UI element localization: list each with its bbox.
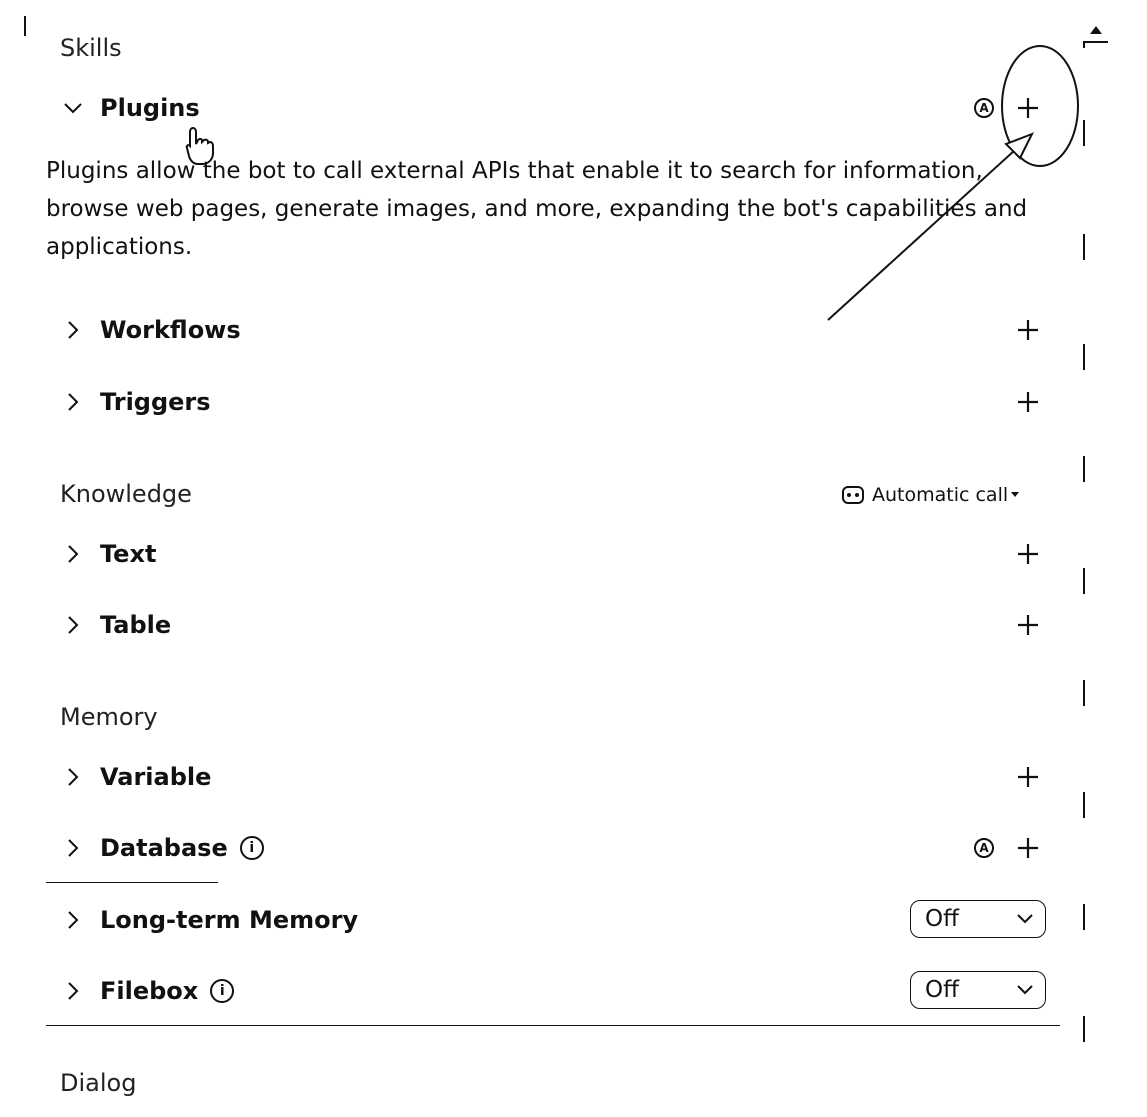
divider bbox=[46, 1025, 1060, 1026]
divider bbox=[46, 882, 218, 883]
scroll-track-mark bbox=[1083, 792, 1085, 818]
scroll-track-mark bbox=[1083, 1016, 1085, 1042]
chevron-right-icon[interactable] bbox=[56, 898, 90, 942]
scroll-track-mark bbox=[1083, 456, 1085, 482]
memory-variable-row[interactable]: Variable bbox=[56, 755, 1046, 799]
database-label: Database i bbox=[100, 826, 264, 870]
workflows-row[interactable]: Workflows bbox=[56, 308, 1046, 352]
edge-mark bbox=[24, 16, 26, 36]
filebox-label-text: Filebox bbox=[100, 977, 199, 1005]
annotation-overlay bbox=[827, 45, 1079, 321]
chevron-right-icon[interactable] bbox=[56, 755, 90, 799]
add-variable-button[interactable] bbox=[1010, 759, 1046, 795]
long-term-memory-label: Long-term Memory bbox=[100, 906, 359, 934]
caret-down-icon bbox=[1011, 492, 1020, 497]
add-trigger-button[interactable] bbox=[1010, 384, 1046, 420]
triggers-label: Triggers bbox=[100, 388, 211, 416]
scroll-track-mark bbox=[1083, 680, 1085, 706]
memory-long-term-row[interactable]: Long-term Memory Off bbox=[56, 898, 1046, 942]
chevron-right-icon[interactable] bbox=[56, 826, 90, 870]
chevron-right-icon[interactable] bbox=[56, 603, 90, 647]
plugins-label: Plugins bbox=[100, 94, 200, 122]
chevron-down-icon[interactable] bbox=[56, 86, 90, 130]
call-mode-label: Automatic call bbox=[872, 484, 1009, 506]
info-icon[interactable]: i bbox=[210, 979, 235, 1003]
dialog-section-title: Dialog bbox=[60, 1069, 137, 1097]
memory-filebox-row[interactable]: Filebox i Off bbox=[56, 969, 1046, 1013]
knowledge-text-row[interactable]: Text bbox=[56, 532, 1046, 576]
add-table-button[interactable] bbox=[1010, 607, 1046, 643]
add-text-button[interactable] bbox=[1010, 536, 1046, 572]
chevron-right-icon[interactable] bbox=[56, 308, 90, 352]
workflows-label: Workflows bbox=[100, 316, 241, 344]
add-workflow-button[interactable] bbox=[1010, 312, 1046, 348]
chevron-right-icon[interactable] bbox=[56, 532, 90, 576]
knowledge-section-title: Knowledge bbox=[60, 480, 192, 508]
call-mode-dropdown[interactable]: Automatic call bbox=[842, 482, 1020, 508]
triggers-row[interactable]: Triggers bbox=[56, 380, 1046, 424]
auto-badge-icon[interactable]: A bbox=[974, 838, 994, 858]
filebox-select[interactable]: Off bbox=[910, 971, 1046, 1009]
chevron-down-icon bbox=[1017, 914, 1033, 924]
text-label: Text bbox=[100, 540, 157, 568]
variable-label: Variable bbox=[100, 763, 212, 791]
chevron-down-icon bbox=[1017, 985, 1033, 995]
long-term-memory-select[interactable]: Off bbox=[910, 900, 1046, 938]
memory-section-title: Memory bbox=[60, 703, 158, 731]
info-icon[interactable]: i bbox=[239, 836, 264, 860]
scroll-track-mark bbox=[1083, 344, 1085, 370]
bot-icon bbox=[842, 486, 864, 504]
scroll-track-mark bbox=[1083, 568, 1085, 594]
select-value: Off bbox=[925, 906, 959, 932]
memory-database-row[interactable]: Database i A bbox=[56, 826, 1046, 870]
filebox-label: Filebox i bbox=[100, 969, 235, 1013]
database-label-text: Database bbox=[100, 834, 228, 862]
table-label: Table bbox=[100, 611, 172, 639]
knowledge-table-row[interactable]: Table bbox=[56, 603, 1046, 647]
scroll-track-mark bbox=[1083, 904, 1085, 930]
chevron-right-icon[interactable] bbox=[56, 380, 90, 424]
select-value: Off bbox=[925, 977, 959, 1003]
add-database-button[interactable] bbox=[1010, 830, 1046, 866]
chevron-right-icon[interactable] bbox=[56, 969, 90, 1013]
skills-section-title: Skills bbox=[60, 34, 122, 62]
